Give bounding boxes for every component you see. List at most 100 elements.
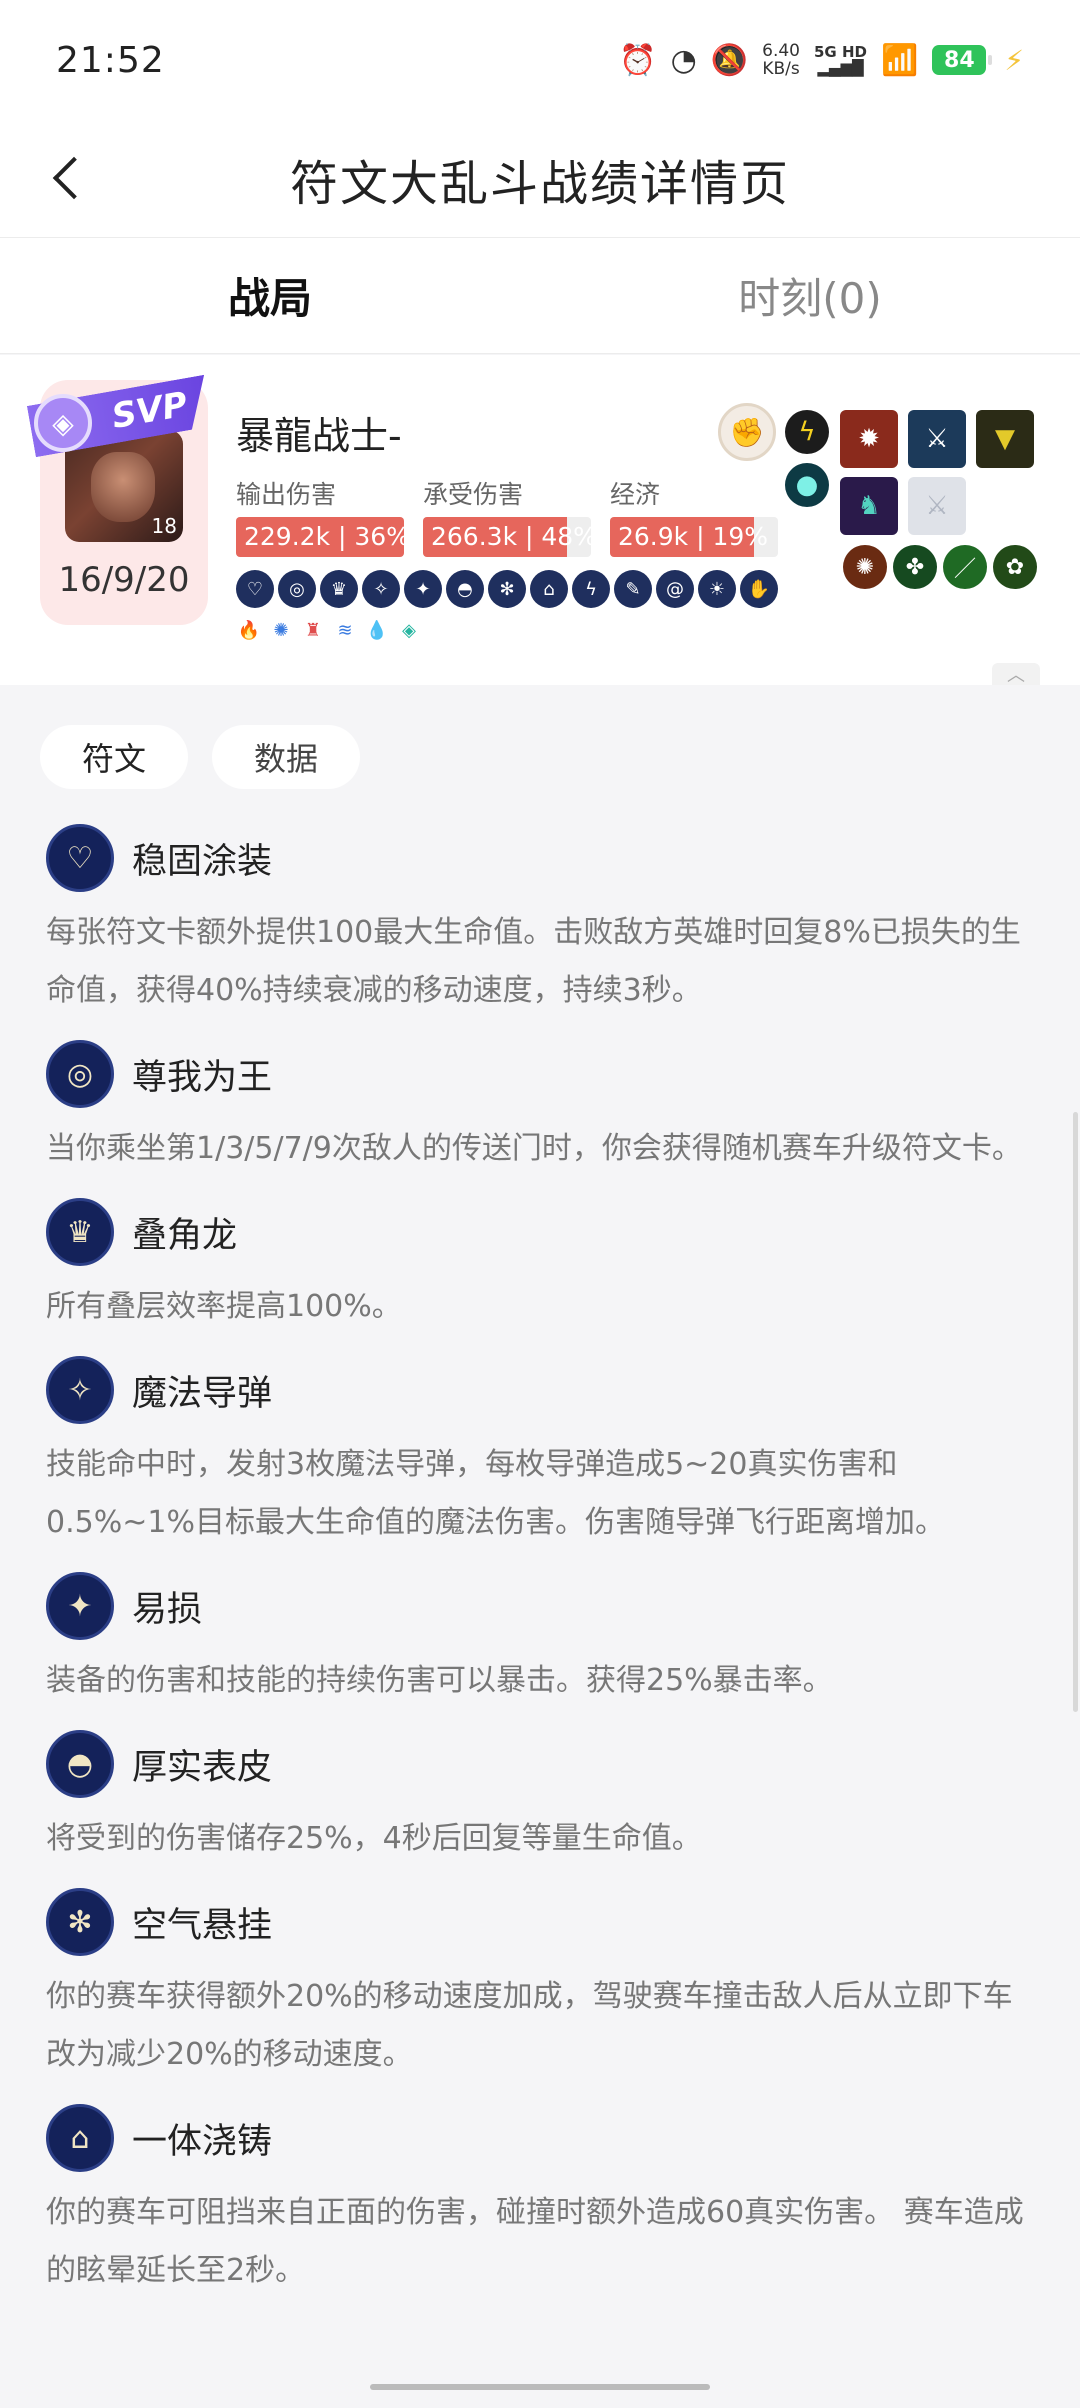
signal-icon: ▂▄▆█ bbox=[817, 59, 864, 77]
shell-icon: ◓ bbox=[46, 1730, 114, 1798]
portal-icon: ◎ bbox=[278, 570, 316, 608]
home-indicator[interactable] bbox=[370, 2384, 710, 2390]
list-item: ⌂ 一体浇铸 你的赛车可阻挡来自正面的伤害，碰撞时额外造成60真实伤害。 赛车造成… bbox=[46, 2098, 1036, 2300]
summoner-augment-icon[interactable]: ✊ bbox=[718, 403, 776, 461]
network-speed: 6.40 KB/s bbox=[762, 41, 800, 79]
list-item: ✦ 易损 装备的伤害和技能的持续伤害可以暴击。获得25%暴击率。 bbox=[46, 1566, 1036, 1710]
stat-label-damage-dealt: 输出伤害 bbox=[236, 480, 337, 509]
list-item: ✻ 空气悬挂 你的赛车获得额外20%的移动速度加成，驾驶赛车撞击敌人后从立即下车改… bbox=[46, 1882, 1036, 2084]
car-icon: ⌂ bbox=[530, 570, 568, 608]
stat-bar-gold: 26.9k | 19% bbox=[610, 517, 778, 557]
rune-name: 易损 bbox=[132, 1589, 203, 1630]
horn-icon: ♛ bbox=[320, 570, 358, 608]
rune-description: 所有叠层效率提高100%。 bbox=[46, 1289, 402, 1324]
avatar-container: 18 SVP ◈ 16/9/20 bbox=[40, 380, 208, 625]
bolt-rune-icon: ϟ bbox=[572, 570, 610, 608]
item-1-icon[interactable]: ✹ bbox=[840, 410, 898, 468]
sun-icon: ☀ bbox=[698, 570, 736, 608]
rune-name: 尊我为王 bbox=[132, 1057, 273, 1098]
portal-icon: ◎ bbox=[46, 1040, 114, 1108]
hand-icon: ✋ bbox=[740, 570, 778, 608]
drop-icon: 💧 bbox=[365, 619, 389, 641]
tab-data[interactable]: 数据 bbox=[212, 725, 360, 789]
item-bolt-icon[interactable]: ϟ bbox=[785, 410, 829, 454]
flame-icon: 🔥 bbox=[237, 619, 261, 641]
tab-moments[interactable]: 时刻(0) bbox=[540, 238, 1080, 353]
perk-1-icon: ✺ bbox=[843, 545, 887, 589]
heart-shield-icon: ♡ bbox=[236, 570, 274, 608]
item-orb-icon[interactable]: ● bbox=[785, 463, 829, 507]
tab-runes[interactable]: 符文 bbox=[40, 725, 188, 789]
perk-4-icon: ✿ bbox=[993, 545, 1037, 589]
status-bar: 21:52 ⏰ ◔ 🔕 6.40 KB/s 5G HD ▂▄▆█ 📶 84 ⚡ bbox=[0, 0, 1080, 120]
scrollbar[interactable] bbox=[1073, 1112, 1078, 1712]
car-icon: ⌂ bbox=[46, 2104, 114, 2172]
page-title: 符文大乱斗战绩详情页 bbox=[289, 155, 790, 212]
app-header: 符文大乱斗战绩详情页 bbox=[0, 120, 1080, 238]
shell-icon: ◓ bbox=[446, 570, 484, 608]
crit-icon: ✦ bbox=[404, 570, 442, 608]
rune-description: 你的赛车获得额外20%的移动速度加成，驾驶赛车撞击敌人后从立即下车改为减少20%… bbox=[46, 1979, 1013, 2072]
back-button[interactable] bbox=[38, 148, 98, 208]
tower-icon: ♜ bbox=[304, 619, 322, 641]
rune-icons-row: ♡ ◎ ♛ ✧ ✦ ◓ ✻ ⌂ ϟ ✎ @ ☀ ✋ bbox=[236, 570, 778, 608]
svp-emblem-icon: ◈ bbox=[34, 394, 92, 452]
rune-name: 稳固涂装 bbox=[132, 841, 273, 882]
item-3-icon[interactable]: ▼ bbox=[976, 410, 1034, 468]
wifi-icon: 📶 bbox=[880, 42, 919, 78]
horn-icon: ♛ bbox=[46, 1198, 114, 1266]
detail-sub-tabs: 符文 数据 bbox=[40, 725, 360, 789]
stat-label-gold: 经济 bbox=[610, 480, 661, 509]
player-card[interactable]: 18 SVP ◈ 16/9/20 暴龍战士- 输出伤害 承受伤害 经济 229.… bbox=[0, 355, 1080, 686]
rune-description: 当你乘坐第1/3/5/7/9次敌人的传送门时，你会获得随机赛车升级符文卡。 bbox=[46, 1131, 1022, 1166]
player-name: 暴龍战士- bbox=[236, 414, 402, 458]
missile-icon: ✧ bbox=[362, 570, 400, 608]
swirl-icon: ✺ bbox=[273, 619, 289, 641]
list-item: ✧ 魔法导弹 技能命中时，发射3枚魔法导弹，每枚导弹造成5~20真实伤害和0.5%… bbox=[46, 1350, 1036, 1552]
heart-shield-icon: ♡ bbox=[46, 824, 114, 892]
rune-name: 一体浇铸 bbox=[132, 2121, 273, 2162]
list-item: ◎ 尊我为王 当你乘坐第1/3/5/7/9次敌人的传送门时，你会获得随机赛车升级符… bbox=[46, 1034, 1036, 1178]
gem-icon: ◈ bbox=[402, 619, 416, 641]
rune-description: 你的赛车可阻挡来自正面的伤害，碰撞时额外造成60真实伤害。 赛车造成的眩晕延长至… bbox=[46, 2195, 1024, 2288]
perk-3-icon: ／ bbox=[943, 545, 987, 589]
crit-icon: ✦ bbox=[46, 1572, 114, 1640]
rune-name: 叠角龙 bbox=[132, 1215, 238, 1256]
missile-icon: ✧ bbox=[46, 1356, 114, 1424]
perk-2-icon: ✤ bbox=[893, 545, 937, 589]
list-item: ♡ 稳固涂装 每张符文卡额外提供100最大生命值。击败敌方英雄时回复8%已损失的生… bbox=[46, 818, 1036, 1020]
champion-portrait bbox=[91, 452, 155, 522]
collapse-toggle[interactable]: ︿ bbox=[992, 663, 1040, 686]
status-time: 21:52 bbox=[56, 39, 165, 81]
chevron-left-icon bbox=[52, 156, 96, 200]
trait-icons-row: 🔥 ✺ ♜ ≋ 💧 ◈ bbox=[236, 617, 422, 643]
rune-name: 魔法导弹 bbox=[132, 1373, 273, 1414]
stat-bar-damage-taken: 266.3k | 48% bbox=[423, 517, 591, 557]
wave-icon: ≋ bbox=[337, 619, 353, 641]
speed-icon: ◔ bbox=[670, 42, 697, 78]
feather-icon: ✎ bbox=[614, 570, 652, 608]
spiral-icon: @ bbox=[656, 570, 694, 608]
rune-name: 空气悬挂 bbox=[132, 1905, 273, 1946]
rune-description: 技能命中时，发射3枚魔法导弹，每枚导弹造成5~20真实伤害和0.5%~1%目标最… bbox=[46, 1447, 945, 1540]
wheel-icon: ✻ bbox=[46, 1888, 114, 1956]
mute-icon: 🔕 bbox=[710, 42, 749, 78]
rune-list: ♡ 稳固涂装 每张符文卡额外提供100最大生命值。击败敌方英雄时回复8%已损失的生… bbox=[46, 818, 1036, 2314]
charging-icon: ⚡ bbox=[1004, 43, 1024, 77]
chevron-up-icon: ︿ bbox=[1007, 665, 1025, 686]
empty-item-slot-icon: ⚔ bbox=[908, 477, 966, 535]
main-tabs: 战局 时刻(0) bbox=[0, 238, 1080, 354]
alarm-icon: ⏰ bbox=[619, 42, 657, 78]
battery-icon: 84 bbox=[932, 45, 993, 75]
stat-label-damage-taken: 承受伤害 bbox=[423, 480, 524, 509]
network-type: 5G HD ▂▄▆█ bbox=[813, 43, 867, 77]
wheel-icon: ✻ bbox=[488, 570, 526, 608]
item-2-icon[interactable]: ⚔ bbox=[908, 410, 966, 468]
rune-name: 厚实表皮 bbox=[132, 1747, 273, 1788]
tab-match[interactable]: 战局 bbox=[0, 238, 540, 353]
status-icons: ⏰ ◔ 🔕 6.40 KB/s 5G HD ▂▄▆█ 📶 84 ⚡ bbox=[619, 42, 1024, 78]
stat-bar-damage-dealt: 229.2k | 36% bbox=[236, 517, 404, 557]
champion-level: 18 bbox=[151, 514, 177, 538]
item-4-icon[interactable]: ♞ bbox=[840, 477, 898, 535]
rune-description: 将受到的伤害储存25%，4秒后回复等量生命值。 bbox=[46, 1821, 702, 1856]
